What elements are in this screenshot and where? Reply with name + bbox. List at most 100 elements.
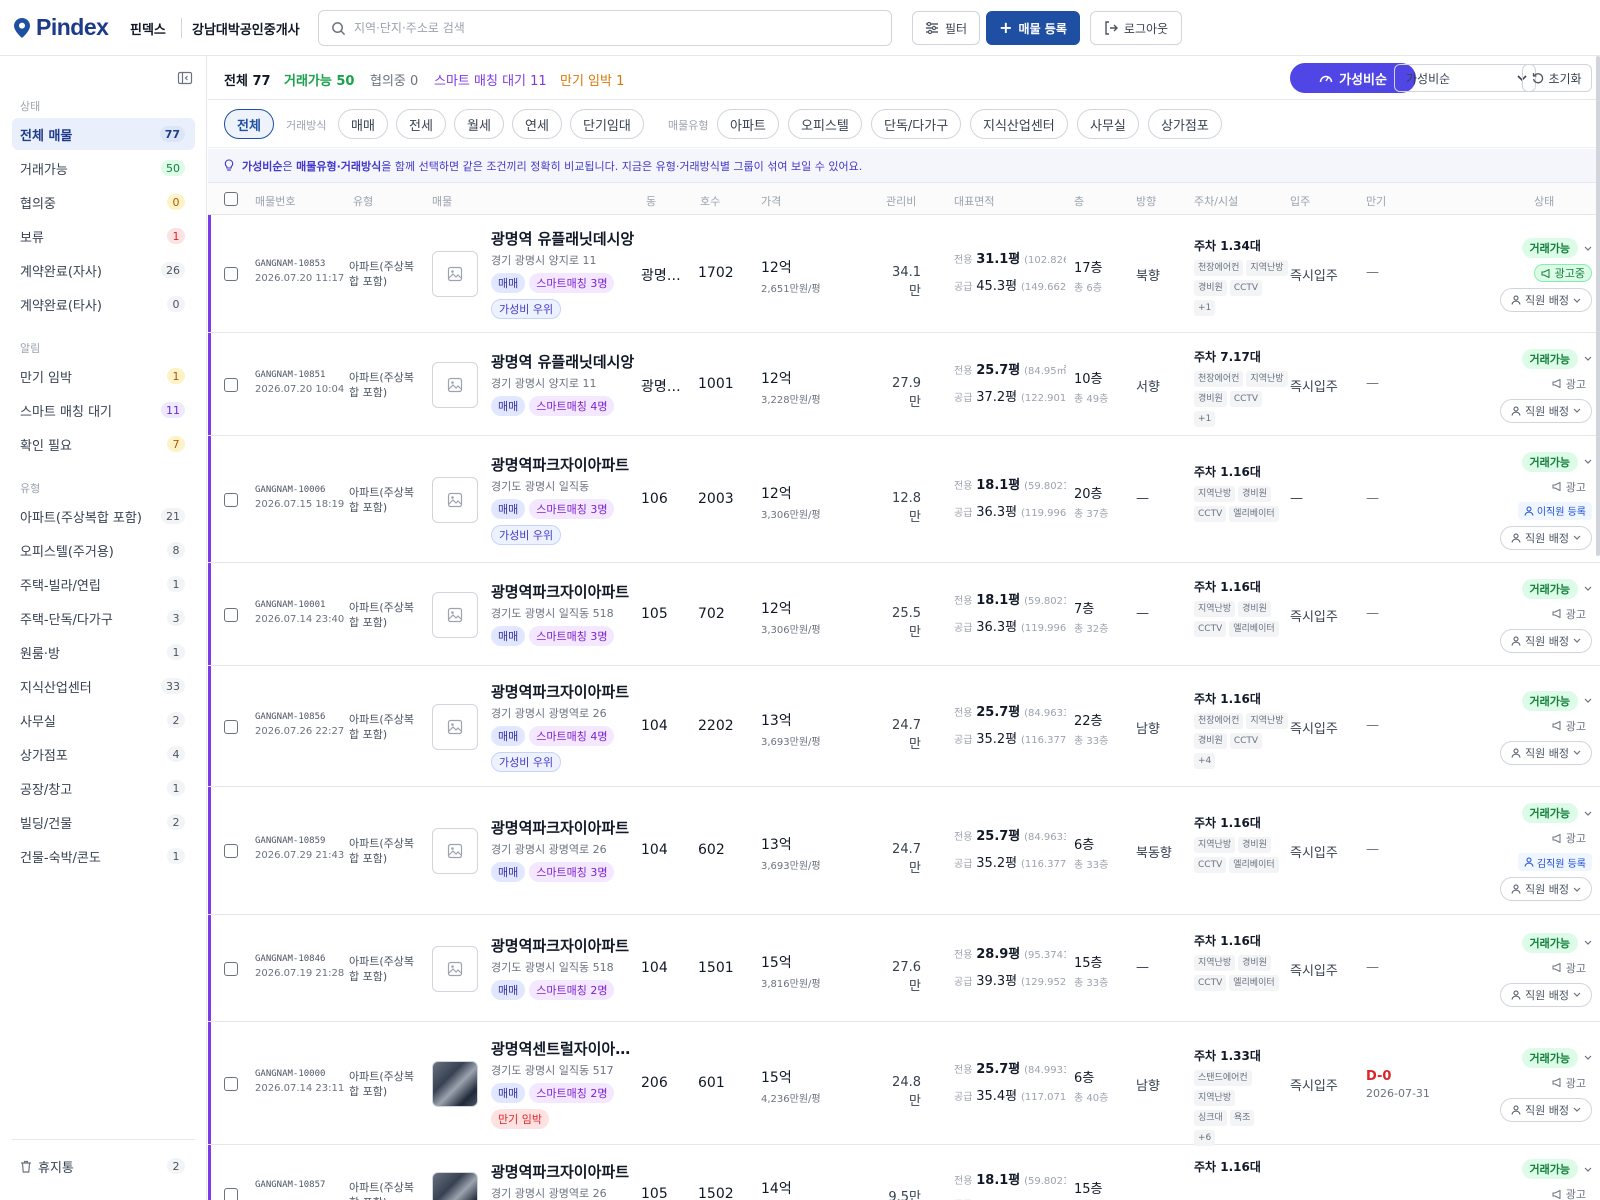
assign-staff-button[interactable]: 직원 배정 — [1500, 877, 1592, 901]
stat-negotiating[interactable]: 협의중 0 — [370, 70, 418, 89]
row-checkbox[interactable] — [224, 1076, 238, 1091]
row-checkbox[interactable] — [224, 719, 238, 734]
listing-id[interactable]: GANGNAM-10846 — [255, 954, 344, 964]
stat-total[interactable]: 전체 77 — [224, 70, 271, 89]
sidebar-item-trash[interactable]: 휴지통 2 — [12, 1150, 195, 1182]
row-checkbox[interactable] — [224, 844, 238, 858]
status-badge[interactable]: 거래가능 — [1521, 1047, 1578, 1068]
row-checkbox[interactable] — [224, 267, 238, 281]
listing-id[interactable]: GANGNAM-10001 — [255, 600, 344, 610]
listing-name[interactable]: 광명역 유플래닛데시앙 — [491, 351, 636, 372]
listing-thumbnail[interactable] — [432, 1172, 478, 1200]
listing-id[interactable]: GANGNAM-10857 — [255, 1180, 325, 1190]
status-badge[interactable]: 거래가능 — [1521, 690, 1578, 711]
row-checkbox[interactable] — [224, 377, 238, 392]
assign-staff-button[interactable]: 직원 배정 — [1500, 525, 1592, 550]
smart-match-tag[interactable]: 스마트매칭 3명 — [529, 862, 615, 882]
listing-name[interactable]: 광명역센트럴자이아파트 — [491, 1038, 636, 1059]
row-checkbox[interactable] — [224, 607, 238, 622]
listing-id[interactable]: GANGNAM-10856 — [255, 712, 344, 722]
sidebar-item[interactable]: 주택-빌라/연립 1 — [12, 568, 195, 600]
col-header[interactable]: 매물번호 — [255, 193, 295, 209]
chip-type-officetel[interactable]: 오피스텔 — [788, 109, 862, 139]
reset-button[interactable]: 초기화 — [1522, 64, 1592, 92]
listing-id[interactable]: GANGNAM-10006 — [255, 485, 344, 495]
listing-id[interactable]: GANGNAM-10000 — [255, 1069, 344, 1079]
ad-toggle[interactable]: 광고 — [1546, 1074, 1592, 1092]
chip-type-apartment[interactable]: 아파트 — [717, 109, 779, 139]
listing-name[interactable]: 광명역파크자이아파트 — [491, 1161, 636, 1182]
smart-match-tag[interactable]: 스마트매칭 4명 — [529, 395, 615, 416]
listing-thumbnail[interactable] — [432, 1060, 478, 1107]
chip-deal-sale[interactable]: 매매 — [338, 109, 388, 139]
status-badge[interactable]: 거래가능 — [1521, 348, 1578, 369]
ad-toggle[interactable]: 광고 — [1546, 959, 1592, 977]
table-row[interactable]: GANGNAM-10001 2026.07.14 23:40 아파트(주상복합 … — [208, 563, 1600, 666]
chip-deal-short[interactable]: 단기임대 — [570, 109, 644, 139]
table-row[interactable]: GANGNAM-10000 2026.07.14 23:11 아파트(주상복합 … — [208, 1022, 1600, 1146]
assign-staff-button[interactable]: 직원 배정 — [1500, 288, 1592, 312]
sidebar-item[interactable]: 전체 매물 77 — [12, 118, 195, 150]
col-header[interactable]: 관리비 — [886, 193, 916, 209]
table-row[interactable]: GANGNAM-10856 2026.07.26 22:27 아파트(주상복합 … — [208, 666, 1600, 787]
sidebar-item[interactable]: 거래가능 50 — [12, 152, 195, 184]
sidebar-item[interactable]: 공장/창고 1 — [12, 772, 195, 804]
smart-match-tag[interactable]: 스마트매칭 4명 — [529, 725, 615, 746]
ad-toggle[interactable]: 광고 — [1546, 375, 1592, 393]
row-checkbox[interactable] — [224, 492, 238, 507]
listing-name[interactable]: 광명역파크자이아파트 — [491, 681, 636, 702]
search-input[interactable] — [354, 21, 854, 35]
sidebar-item[interactable]: 확인 필요 7 — [12, 428, 195, 460]
scrollbar[interactable] — [1596, 56, 1600, 556]
ad-toggle[interactable]: 광고 — [1546, 478, 1592, 496]
chip-deal-monthly[interactable]: 월세 — [454, 109, 504, 139]
listing-thumbnail[interactable] — [432, 476, 478, 523]
col-header[interactable]: 유형 — [353, 193, 373, 209]
row-checkbox[interactable] — [224, 1188, 238, 1200]
listing-thumbnail[interactable] — [432, 591, 478, 638]
assign-staff-button[interactable]: 직원 배정 — [1500, 628, 1592, 653]
status-badge[interactable]: 거래가능 — [1521, 238, 1578, 258]
col-header[interactable]: 동 — [646, 193, 656, 209]
smart-match-tag[interactable]: 스마트매칭 3명 — [529, 625, 615, 646]
smart-match-tag[interactable]: 스마트매칭 2명 — [529, 1082, 615, 1103]
col-header[interactable]: 방향 — [1136, 193, 1156, 209]
chip-deal-jeonse[interactable]: 전세 — [396, 109, 446, 139]
sidebar-item[interactable]: 지식산업센터 33 — [12, 670, 195, 702]
listing-name[interactable]: 광명역파크자이아파트 — [491, 817, 636, 838]
col-header[interactable]: 만기 — [1366, 193, 1386, 209]
chip-type-office[interactable]: 사무실 — [1077, 109, 1139, 139]
col-header[interactable]: 입주 — [1290, 193, 1310, 209]
sidebar-item[interactable]: 협의중 0 — [12, 186, 195, 218]
assign-staff-button[interactable]: 직원 배정 — [1500, 398, 1592, 423]
smart-match-tag[interactable]: 스마트매칭 3명 — [529, 273, 615, 293]
search-box[interactable] — [318, 10, 892, 46]
listing-thumbnail[interactable] — [432, 828, 478, 874]
chip-type-knowledge-center[interactable]: 지식산업센터 — [970, 109, 1068, 139]
status-badge[interactable]: 거래가능 — [1521, 1159, 1578, 1179]
col-header[interactable]: 호수 — [700, 193, 720, 209]
logout-button[interactable]: 로그아웃 — [1090, 11, 1182, 45]
col-header[interactable]: 매물 — [432, 193, 452, 209]
register-listing-button[interactable]: + 매물 등록 — [986, 11, 1080, 45]
listing-thumbnail[interactable] — [432, 251, 478, 297]
sidebar-item[interactable]: 만기 임박 1 — [12, 360, 195, 392]
listing-name[interactable]: 광명역파크자이아파트 — [491, 935, 636, 956]
smart-match-tag[interactable]: 스마트매칭 3명 — [529, 498, 615, 519]
ad-toggle[interactable]: 광고 — [1546, 829, 1592, 847]
sidebar-item[interactable]: 사무실 2 — [12, 704, 195, 736]
table-row[interactable]: GANGNAM-10846 2026.07.19 21:28 아파트(주상복합 … — [208, 915, 1600, 1022]
status-badge[interactable]: 거래가능 — [1521, 932, 1578, 953]
listing-thumbnail[interactable] — [432, 703, 478, 750]
chip-type-store[interactable]: 상가점포 — [1148, 109, 1222, 139]
sidebar-item[interactable]: 계약완료(자사) 26 — [12, 254, 195, 286]
assign-staff-button[interactable]: 직원 배정 — [1500, 740, 1592, 765]
ad-toggle[interactable]: 광고 — [1546, 717, 1592, 735]
col-header[interactable]: 상태 — [1534, 193, 1554, 209]
logo[interactable]: Pindex — [14, 14, 109, 41]
sidebar-item[interactable]: 아파트(주상복합 포함) 21 — [12, 500, 195, 532]
listing-id[interactable]: GANGNAM-10851 — [255, 370, 344, 380]
table-row[interactable]: GANGNAM-10857 아파트(주상복합 포함) 광명역파크자이아파트 경기… — [208, 1145, 1600, 1200]
assign-staff-button[interactable]: 직원 배정 — [1500, 982, 1592, 1007]
filter-button[interactable]: 필터 — [912, 11, 980, 45]
